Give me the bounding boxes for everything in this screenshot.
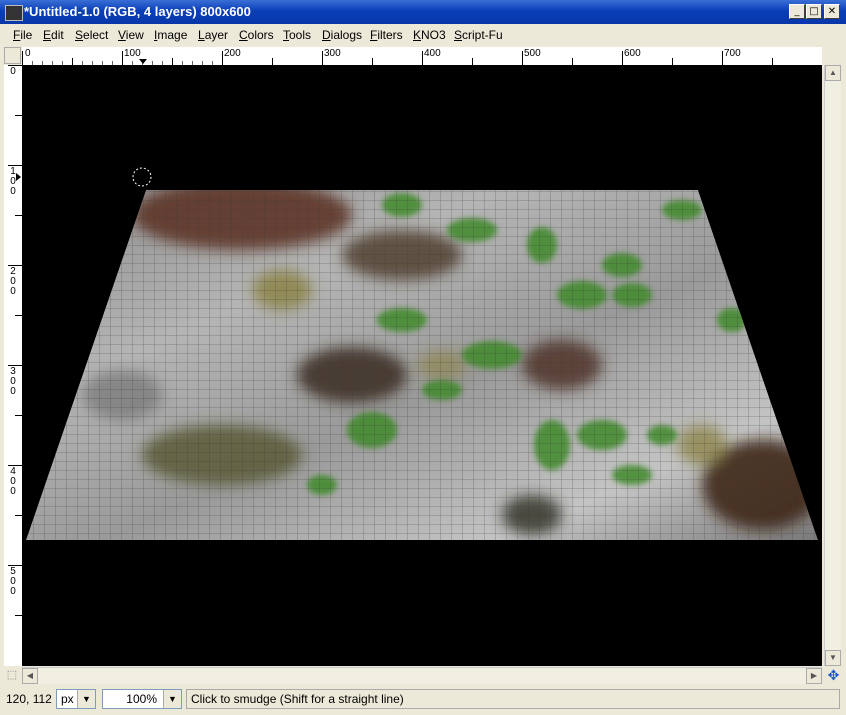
title-bar: *Untitled-1.0 (RGB, 4 layers) 800x600 _ …: [0, 0, 846, 24]
menu-image[interactable]: Image: [154, 28, 187, 44]
vruler-label-100: 100: [10, 166, 16, 197]
maximize-button[interactable]: □: [806, 4, 822, 19]
vruler-label-0: 0: [10, 66, 16, 77]
brush-outline-icon: [132, 167, 152, 187]
menu-file[interactable]: File: [13, 28, 32, 44]
vertical-scrollbar[interactable]: ▲ ▼: [824, 65, 841, 666]
unit-value: px: [61, 692, 74, 706]
status-bar: 120, 112 px ▼ 100% ▼ Click to smudge (Sh…: [0, 686, 846, 715]
menu-view[interactable]: View: [118, 28, 144, 44]
hruler-label-500: 500: [524, 48, 541, 59]
vruler-label-200: 200: [10, 266, 16, 297]
horizontal-ruler[interactable]: 0 100 200 300 400 500 600 700: [22, 47, 822, 66]
horizontal-ruler-ticks: [22, 51, 773, 65]
hruler-label-700: 700: [724, 48, 741, 59]
ruler-corner: [4, 47, 21, 64]
menu-dialogs[interactable]: Dialogs: [322, 28, 362, 44]
horizontal-scrollbar[interactable]: ◀ ▶: [22, 667, 822, 684]
vruler-label-400: 400: [10, 466, 16, 497]
status-hint-text: Click to smudge (Shift for a straight li…: [191, 692, 404, 706]
hruler-label-400: 400: [424, 48, 441, 59]
vruler-label-500: 500: [10, 566, 16, 597]
window-title: *Untitled-1.0 (RGB, 4 layers) 800x600: [24, 4, 251, 19]
menu-kno3[interactable]: KNO3: [413, 28, 446, 44]
menu-tools[interactable]: Tools: [283, 28, 311, 44]
quick-mask-icon[interactable]: ⬚: [4, 668, 20, 684]
vertical-ruler[interactable]: 0 100 200 300 400 500: [4, 65, 23, 666]
navigate-icon[interactable]: ✥: [825, 667, 842, 684]
hruler-label-100: 100: [124, 48, 141, 59]
hruler-label-300: 300: [324, 48, 341, 59]
chevron-down-icon[interactable]: ▼: [163, 690, 181, 708]
scroll-up-button[interactable]: ▲: [825, 65, 841, 81]
scroll-left-button[interactable]: ◀: [22, 668, 38, 684]
hruler-label-200: 200: [224, 48, 241, 59]
hruler-label-0: 0: [25, 48, 31, 59]
vruler-label-300: 300: [10, 366, 16, 397]
minimize-button[interactable]: _: [789, 4, 805, 19]
app-icon[interactable]: [5, 5, 23, 21]
close-button[interactable]: ✕: [824, 4, 840, 19]
menu-script-fu[interactable]: Script-Fu: [454, 28, 503, 44]
unit-select[interactable]: px ▼: [56, 689, 96, 709]
menu-bar: File Edit Select View Image Layer Colors…: [0, 24, 846, 46]
menu-select[interactable]: Select: [75, 28, 108, 44]
status-hint: Click to smudge (Shift for a straight li…: [186, 689, 840, 709]
menu-layer[interactable]: Layer: [198, 28, 228, 44]
chevron-down-icon[interactable]: ▼: [77, 690, 95, 708]
zoom-value: 100%: [126, 692, 157, 706]
pointer-coordinates: 120, 112: [6, 692, 52, 706]
zoom-select[interactable]: 100% ▼: [102, 689, 182, 709]
menu-colors[interactable]: Colors: [239, 28, 274, 44]
image-canvas[interactable]: [22, 65, 822, 666]
hruler-label-600: 600: [624, 48, 641, 59]
scroll-down-button[interactable]: ▼: [825, 650, 841, 666]
terrain-image: [26, 167, 818, 540]
menu-filters[interactable]: Filters: [370, 28, 403, 44]
menu-edit[interactable]: Edit: [43, 28, 64, 44]
scroll-right-button[interactable]: ▶: [806, 668, 822, 684]
